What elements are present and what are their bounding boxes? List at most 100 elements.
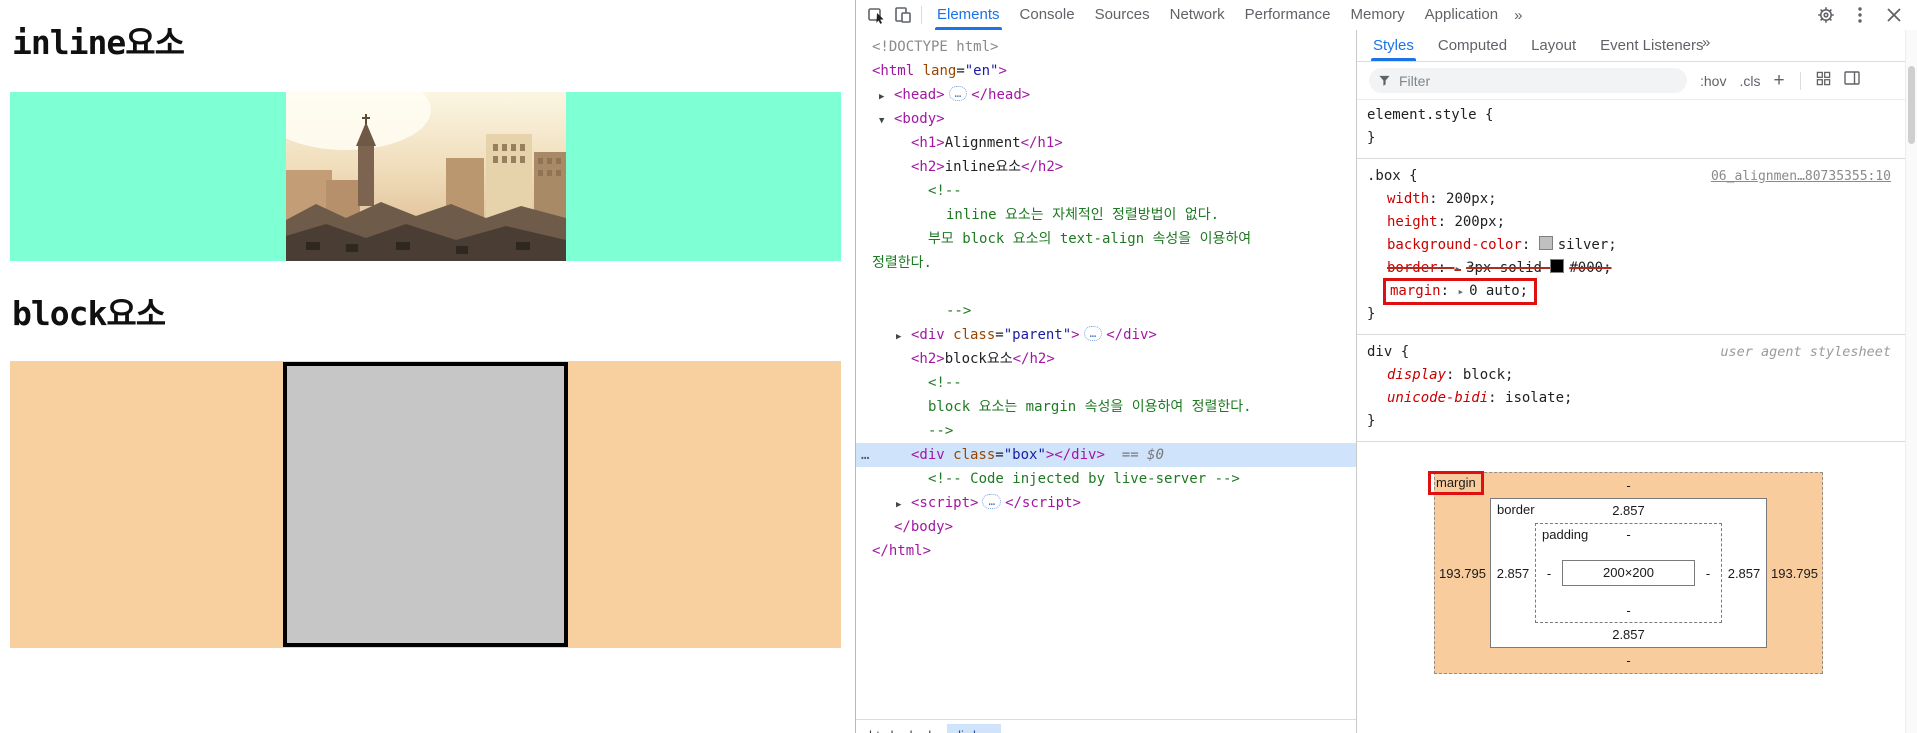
block-parent-band <box>10 361 841 648</box>
dom-node[interactable]: </body> <box>856 515 1356 539</box>
margin-right-value[interactable]: 193.795 <box>1767 498 1822 648</box>
device-toolbar-icon[interactable] <box>890 3 916 27</box>
toggle-element-state-button[interactable]: :hov <box>1700 73 1726 89</box>
sidebar-tab-strip: Styles Computed Layout Event Listeners <box>1357 30 1917 62</box>
box-model-padding-area[interactable]: padding - - 200×200 - - <box>1535 523 1722 623</box>
shorthand-expand-icon[interactable]: ▸ <box>1457 285 1464 298</box>
dom-node[interactable]: block 요소는 margin 속성을 이용하여 정렬한다. <box>856 395 1356 419</box>
tab-elements[interactable]: Elements <box>927 0 1010 30</box>
dom-node[interactable]: --> <box>856 419 1356 443</box>
padding-left-value[interactable]: - <box>1536 566 1562 581</box>
styles-scrollbar[interactable] <box>1905 30 1917 733</box>
color-swatch[interactable] <box>1538 236 1553 250</box>
dom-node[interactable]: </html> <box>856 539 1356 563</box>
breadcrumb-item[interactable]: body <box>903 724 945 733</box>
box-model-padding-label: padding <box>1542 527 1589 542</box>
dom-node[interactable]: <!-- <box>856 371 1356 395</box>
color-swatch[interactable] <box>1550 259 1565 273</box>
grid-overlays-icon[interactable] <box>1816 71 1831 91</box>
dom-node[interactable]: <h2>block요소</h2> <box>856 347 1356 371</box>
tab-computed[interactable]: Computed <box>1426 31 1519 61</box>
tab-sources[interactable]: Sources <box>1085 0 1160 30</box>
border-bottom-value[interactable]: 2.857 <box>1491 623 1766 647</box>
dom-node[interactable]: <!DOCTYPE html> <box>856 35 1356 59</box>
tab-memory[interactable]: Memory <box>1341 0 1415 30</box>
expand-arrow-icon[interactable]: ▶ <box>896 325 911 349</box>
close-devtools-icon[interactable] <box>1881 3 1907 27</box>
dom-node-selected[interactable]: … <div class="box"></div> == $0 <box>856 443 1356 467</box>
stylesheet-link[interactable]: 06_alignmen…80735355:10 <box>1711 165 1891 188</box>
dom-node[interactable] <box>856 275 1356 299</box>
settings-gear-icon[interactable] <box>1813 3 1839 27</box>
node-text: <!-- <box>928 183 962 199</box>
node-text: </head> <box>971 87 1031 103</box>
margin-left-value[interactable]: 193.795 <box>1435 498 1490 648</box>
dom-node[interactable]: ▶ <div class="parent">… </div> <box>856 323 1356 347</box>
dom-node[interactable]: ▼ <body> <box>856 107 1356 131</box>
node-text: > <box>998 63 1007 79</box>
css-declaration[interactable]: height: 200px; <box>1367 211 1905 234</box>
dom-node[interactable]: 부모 block 요소의 text-align 속성을 이용하여 <box>856 227 1356 251</box>
padding-right-value[interactable]: - <box>1695 566 1721 581</box>
expand-arrow-icon[interactable]: ▶ <box>896 493 911 517</box>
tab-performance[interactable]: Performance <box>1235 0 1341 30</box>
css-declaration[interactable]: display: block; <box>1367 364 1905 387</box>
dom-node[interactable]: <!-- Code injected by live-server --> <box>856 467 1356 491</box>
dom-node[interactable]: <h1>Alignment</h1> <box>856 131 1356 155</box>
dom-node[interactable]: inline 요소는 자체적인 정렬방법이 없다. <box>856 203 1356 227</box>
node-menu-icon[interactable]: … <box>861 443 870 467</box>
tab-layout[interactable]: Layout <box>1519 31 1588 61</box>
css-selector[interactable]: .box <box>1367 168 1401 184</box>
css-declaration[interactable]: border: ▸ 3px solid #000; <box>1367 257 1905 280</box>
breadcrumb-item[interactable]: div.box <box>946 723 1001 733</box>
styles-filter-field[interactable] <box>1369 68 1687 93</box>
box-model-margin-area[interactable]: margin - 193.795 border 2.857 2.857 padd <box>1428 471 1823 674</box>
box-model-border-area[interactable]: border 2.857 2.857 padding - - 200×200 -… <box>1490 498 1767 648</box>
dom-node[interactable]: <!-- <box>856 179 1356 203</box>
dom-node[interactable]: <h2>inline요소</h2> <box>856 155 1356 179</box>
css-declaration[interactable]: unicode-bidi: isolate; <box>1367 387 1905 410</box>
inline-expand-icon[interactable]: … <box>1083 326 1103 341</box>
margin-bottom-value[interactable]: - <box>1435 648 1822 673</box>
tab-network[interactable]: Network <box>1160 0 1235 30</box>
dom-node[interactable]: <html lang="en"> <box>856 59 1356 83</box>
more-panels-icon[interactable]: » <box>1508 7 1528 24</box>
new-style-rule-button[interactable]: + <box>1773 71 1784 90</box>
tab-styles[interactable]: Styles <box>1361 31 1426 61</box>
element-classes-button[interactable]: .cls <box>1739 73 1760 89</box>
breadcrumb-item[interactable]: html <box>862 724 901 733</box>
inline-expand-icon[interactable]: … <box>948 86 968 101</box>
css-declaration[interactable]: margin: ▸ 0 auto; <box>1367 278 1905 305</box>
collapse-arrow-icon[interactable]: ▼ <box>879 109 894 133</box>
border-left-value[interactable]: 2.857 <box>1491 523 1535 623</box>
kebab-menu-icon[interactable] <box>1847 3 1873 27</box>
css-property-value: block <box>1462 367 1506 383</box>
css-rule: element.style {} <box>1357 98 1905 159</box>
inline-expand-icon[interactable]: … <box>982 494 1002 509</box>
styles-rules: element.style {} 06_alignmen…80735355:10.… <box>1357 98 1905 733</box>
border-right-value[interactable]: 2.857 <box>1722 523 1766 623</box>
dom-node[interactable]: ▶ <head>… </head> <box>856 83 1356 107</box>
css-selector[interactable]: div <box>1367 344 1392 360</box>
tab-console[interactable]: Console <box>1010 0 1085 30</box>
css-declaration[interactable]: background-color: silver; <box>1367 234 1905 257</box>
computed-sidebar-toggle-icon[interactable] <box>1843 71 1860 90</box>
styles-filter-input[interactable] <box>1397 71 1678 90</box>
dom-node[interactable]: --> <box>856 299 1356 323</box>
margin-top-value[interactable]: - <box>1435 473 1822 498</box>
css-declaration[interactable]: width: 200px; <box>1367 188 1905 211</box>
styles-scrollbar-thumb[interactable] <box>1908 66 1915 144</box>
shorthand-expand-icon[interactable]: ▸ <box>1454 262 1461 275</box>
css-selector[interactable]: element.style <box>1367 107 1477 123</box>
inspect-icon[interactable] <box>864 3 890 27</box>
node-text: </script> <box>1005 495 1081 511</box>
expand-arrow-icon[interactable]: ▶ <box>879 85 894 109</box>
tab-application[interactable]: Application <box>1415 0 1508 30</box>
padding-bottom-value[interactable]: - <box>1536 600 1721 622</box>
node-text: </h2> <box>1012 351 1055 367</box>
tab-event-listeners[interactable]: Event Listeners <box>1588 31 1715 61</box>
more-sidebar-tabs-icon[interactable]: » <box>1698 34 1714 51</box>
dom-node[interactable]: 정렬한다. <box>856 251 1356 275</box>
box-model-content[interactable]: 200×200 <box>1562 560 1695 586</box>
dom-node[interactable]: ▶ <script>… </script> <box>856 491 1356 515</box>
